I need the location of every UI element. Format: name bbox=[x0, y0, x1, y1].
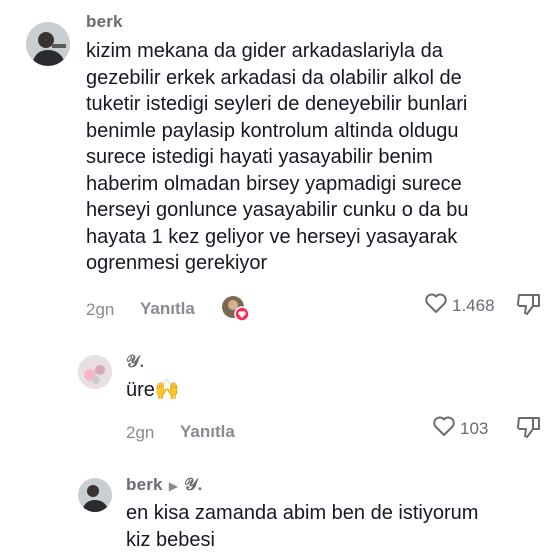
like-count: 103 bbox=[460, 418, 489, 438]
comment-text: üre🙌 bbox=[126, 379, 180, 401]
reply-button[interactable]: Yanıtla bbox=[140, 299, 195, 319]
avatar[interactable] bbox=[26, 22, 70, 66]
like-count: 1.468 bbox=[452, 295, 495, 315]
comment-age: 2gn bbox=[126, 423, 155, 442]
reply-header: berk ▶ 𝒴. bbox=[126, 475, 203, 495]
dislike-button[interactable] bbox=[516, 292, 542, 321]
comment-age: 2gn bbox=[86, 300, 115, 319]
creator-liked-avatar bbox=[222, 296, 250, 322]
comment-text: kizim mekana da gider arkadaslariyla da … bbox=[86, 40, 469, 274]
caret-right-icon: ▶ bbox=[168, 478, 179, 493]
reply-button[interactable]: Yanıtla bbox=[180, 422, 235, 442]
username[interactable]: berk bbox=[86, 12, 123, 32]
username[interactable]: 𝒴. bbox=[126, 352, 144, 372]
thumbs-down-icon bbox=[516, 417, 542, 443]
avatar[interactable] bbox=[78, 478, 112, 512]
like-button[interactable]: 103 bbox=[432, 415, 488, 442]
heart-icon bbox=[424, 292, 448, 319]
reply-to-username[interactable]: 𝒴. bbox=[184, 475, 202, 494]
comment-text: en kisa zamanda abim ben de istiyorum ki… bbox=[126, 502, 479, 551]
heart-icon bbox=[432, 415, 456, 442]
thumbs-down-icon bbox=[516, 294, 542, 320]
username[interactable]: berk bbox=[126, 475, 163, 494]
like-button[interactable]: 1.468 bbox=[424, 292, 495, 319]
dislike-button[interactable] bbox=[516, 415, 542, 444]
avatar[interactable] bbox=[78, 355, 112, 389]
